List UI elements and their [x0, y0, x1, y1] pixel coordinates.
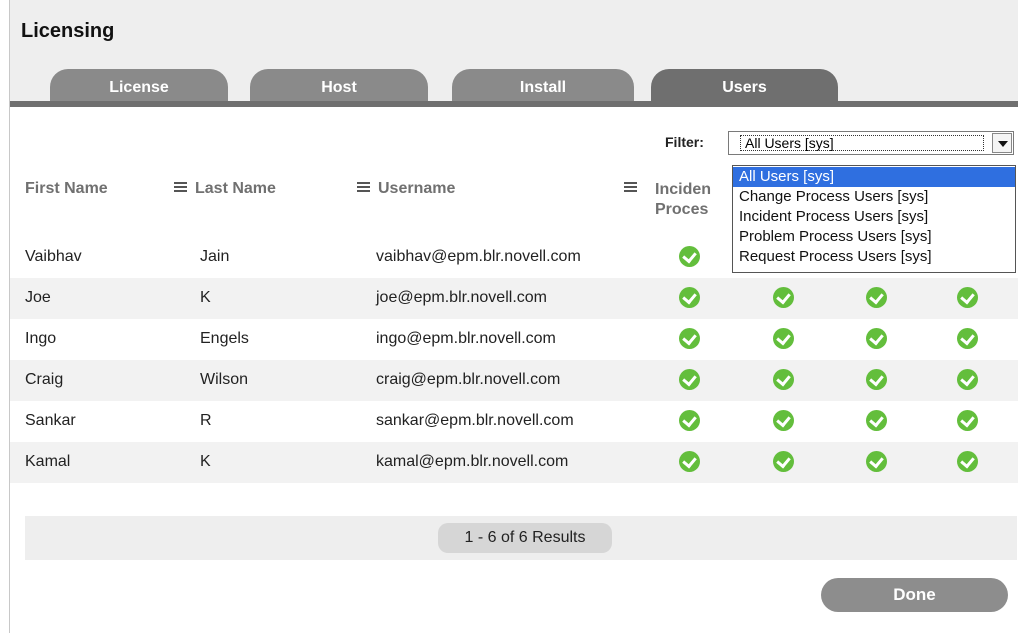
cell-last-name: K: [200, 453, 211, 470]
check-circle-icon: [957, 451, 978, 472]
check-circle-icon: [957, 410, 978, 431]
tab-host[interactable]: Host: [250, 69, 428, 103]
header-first-name[interactable]: First Name: [25, 180, 108, 220]
table-row[interactable]: Sankar R sankar@epm.blr.novell.com: [10, 401, 1018, 442]
column-menu-icon[interactable]: [357, 182, 370, 195]
done-button[interactable]: Done: [821, 578, 1008, 612]
cell-username: sankar@epm.blr.novell.com: [376, 412, 574, 429]
header-last-name[interactable]: Last Name: [195, 180, 276, 220]
header-incident-process[interactable]: Inciden Proces: [655, 180, 711, 220]
filter-dropdown[interactable]: All Users [sys] Change Process Users [sy…: [732, 165, 1016, 273]
cell-username: craig@epm.blr.novell.com: [376, 371, 561, 388]
cell-first-name: Sankar: [25, 412, 76, 429]
cell-first-name: Kamal: [25, 453, 71, 470]
filter-option-request-process-users[interactable]: Request Process Users [sys]: [733, 247, 1015, 267]
cell-first-name: Ingo: [25, 330, 57, 347]
table-row[interactable]: Joe K joe@epm.blr.novell.com: [10, 278, 1018, 319]
table-row[interactable]: Kamal K kamal@epm.blr.novell.com: [10, 442, 1018, 483]
check-circle-icon: [866, 328, 887, 349]
cell-last-name: Jain: [200, 248, 230, 265]
header-incident-line1: Inciden: [655, 181, 712, 198]
check-circle-icon: [773, 328, 794, 349]
check-circle-icon: [866, 451, 887, 472]
title-bar: Licensing: [10, 0, 1018, 64]
check-circle-icon: [679, 410, 700, 431]
check-circle-icon: [679, 246, 700, 267]
tab-license[interactable]: License: [50, 69, 228, 103]
check-circle-icon: [957, 369, 978, 390]
licensing-panel: Licensing License Host Install Users Fil…: [9, 0, 1018, 633]
check-circle-icon: [866, 410, 887, 431]
check-circle-icon: [773, 451, 794, 472]
cell-last-name: Engels: [200, 330, 249, 347]
check-circle-icon: [773, 410, 794, 431]
filter-option-problem-process-users[interactable]: Problem Process Users [sys]: [733, 227, 1015, 247]
check-circle-icon: [679, 287, 700, 308]
column-menu-icon[interactable]: [624, 182, 637, 195]
check-circle-icon: [773, 287, 794, 308]
cell-last-name: K: [200, 289, 211, 306]
filter-select[interactable]: All Users [sys]: [728, 131, 1014, 155]
tab-users[interactable]: Users: [651, 69, 838, 103]
cell-username: vaibhav@epm.blr.novell.com: [376, 248, 581, 265]
chevron-down-icon[interactable]: [992, 133, 1012, 153]
page-title: Licensing: [21, 20, 115, 42]
cell-username: ingo@epm.blr.novell.com: [376, 330, 556, 347]
check-circle-icon: [679, 451, 700, 472]
header-incident-line2: Proces: [655, 201, 709, 218]
table-row[interactable]: Ingo Engels ingo@epm.blr.novell.com: [10, 319, 1018, 360]
check-circle-icon: [679, 328, 700, 349]
cell-last-name: Wilson: [200, 371, 249, 388]
cell-first-name: Vaibhav: [25, 248, 82, 265]
header-username[interactable]: Username: [378, 180, 455, 220]
filter-option-all-users[interactable]: All Users [sys]: [733, 167, 1015, 187]
cell-first-name: Joe: [25, 289, 51, 306]
check-circle-icon: [957, 287, 978, 308]
cell-username: kamal@epm.blr.novell.com: [376, 453, 569, 470]
check-circle-icon: [773, 369, 794, 390]
filter-value: All Users [sys]: [740, 135, 984, 151]
pager-bar: 1 - 6 of 6 Results: [25, 516, 1017, 560]
check-circle-icon: [957, 328, 978, 349]
results-count: 1 - 6 of 6 Results: [438, 523, 612, 553]
filter-option-incident-process-users[interactable]: Incident Process Users [sys]: [733, 207, 1015, 227]
cell-username: joe@epm.blr.novell.com: [376, 289, 547, 306]
check-circle-icon: [866, 369, 887, 390]
tab-install[interactable]: Install: [452, 69, 634, 103]
check-circle-icon: [679, 369, 700, 390]
filter-option-change-process-users[interactable]: Change Process Users [sys]: [733, 187, 1015, 207]
filter-label: Filter:: [665, 134, 704, 150]
cell-first-name: Craig: [25, 371, 64, 388]
cell-last-name: R: [200, 412, 212, 429]
check-circle-icon: [866, 287, 887, 308]
table-row[interactable]: Craig Wilson craig@epm.blr.novell.com: [10, 360, 1018, 401]
column-menu-icon[interactable]: [174, 182, 187, 195]
